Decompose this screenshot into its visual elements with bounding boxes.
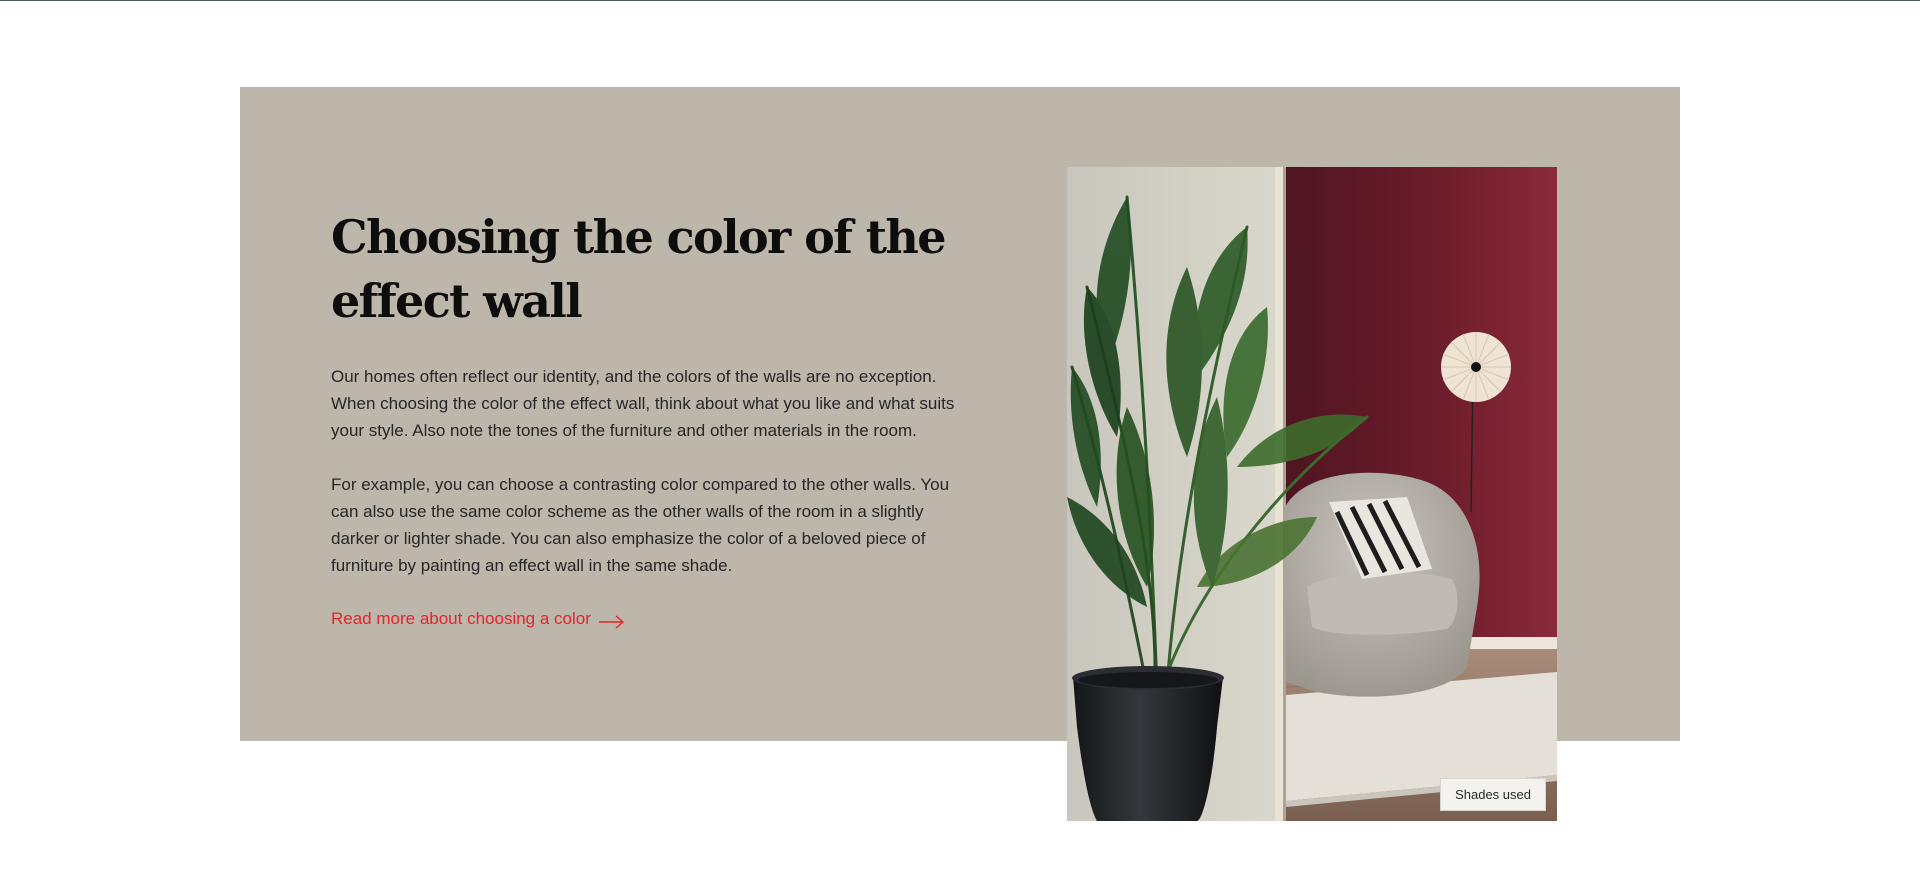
- article-text-column: Choosing the color of the effect wall Ou…: [331, 205, 971, 631]
- article-paragraph-2: For example, you can choose a contrastin…: [331, 475, 950, 575]
- arrow-right-icon: [598, 612, 625, 629]
- article-paragraph-1: Our homes often reflect our identity, an…: [331, 367, 955, 440]
- shades-used-button[interactable]: Shades used: [1440, 778, 1546, 811]
- room-photo: Shades used: [1067, 167, 1557, 821]
- read-more-label: Read more about choosing a color: [331, 609, 591, 628]
- read-more-link[interactable]: Read more about choosing a color: [331, 607, 625, 631]
- article-title: Choosing the color of the effect wall: [331, 210, 947, 328]
- top-divider: [0, 0, 1920, 1]
